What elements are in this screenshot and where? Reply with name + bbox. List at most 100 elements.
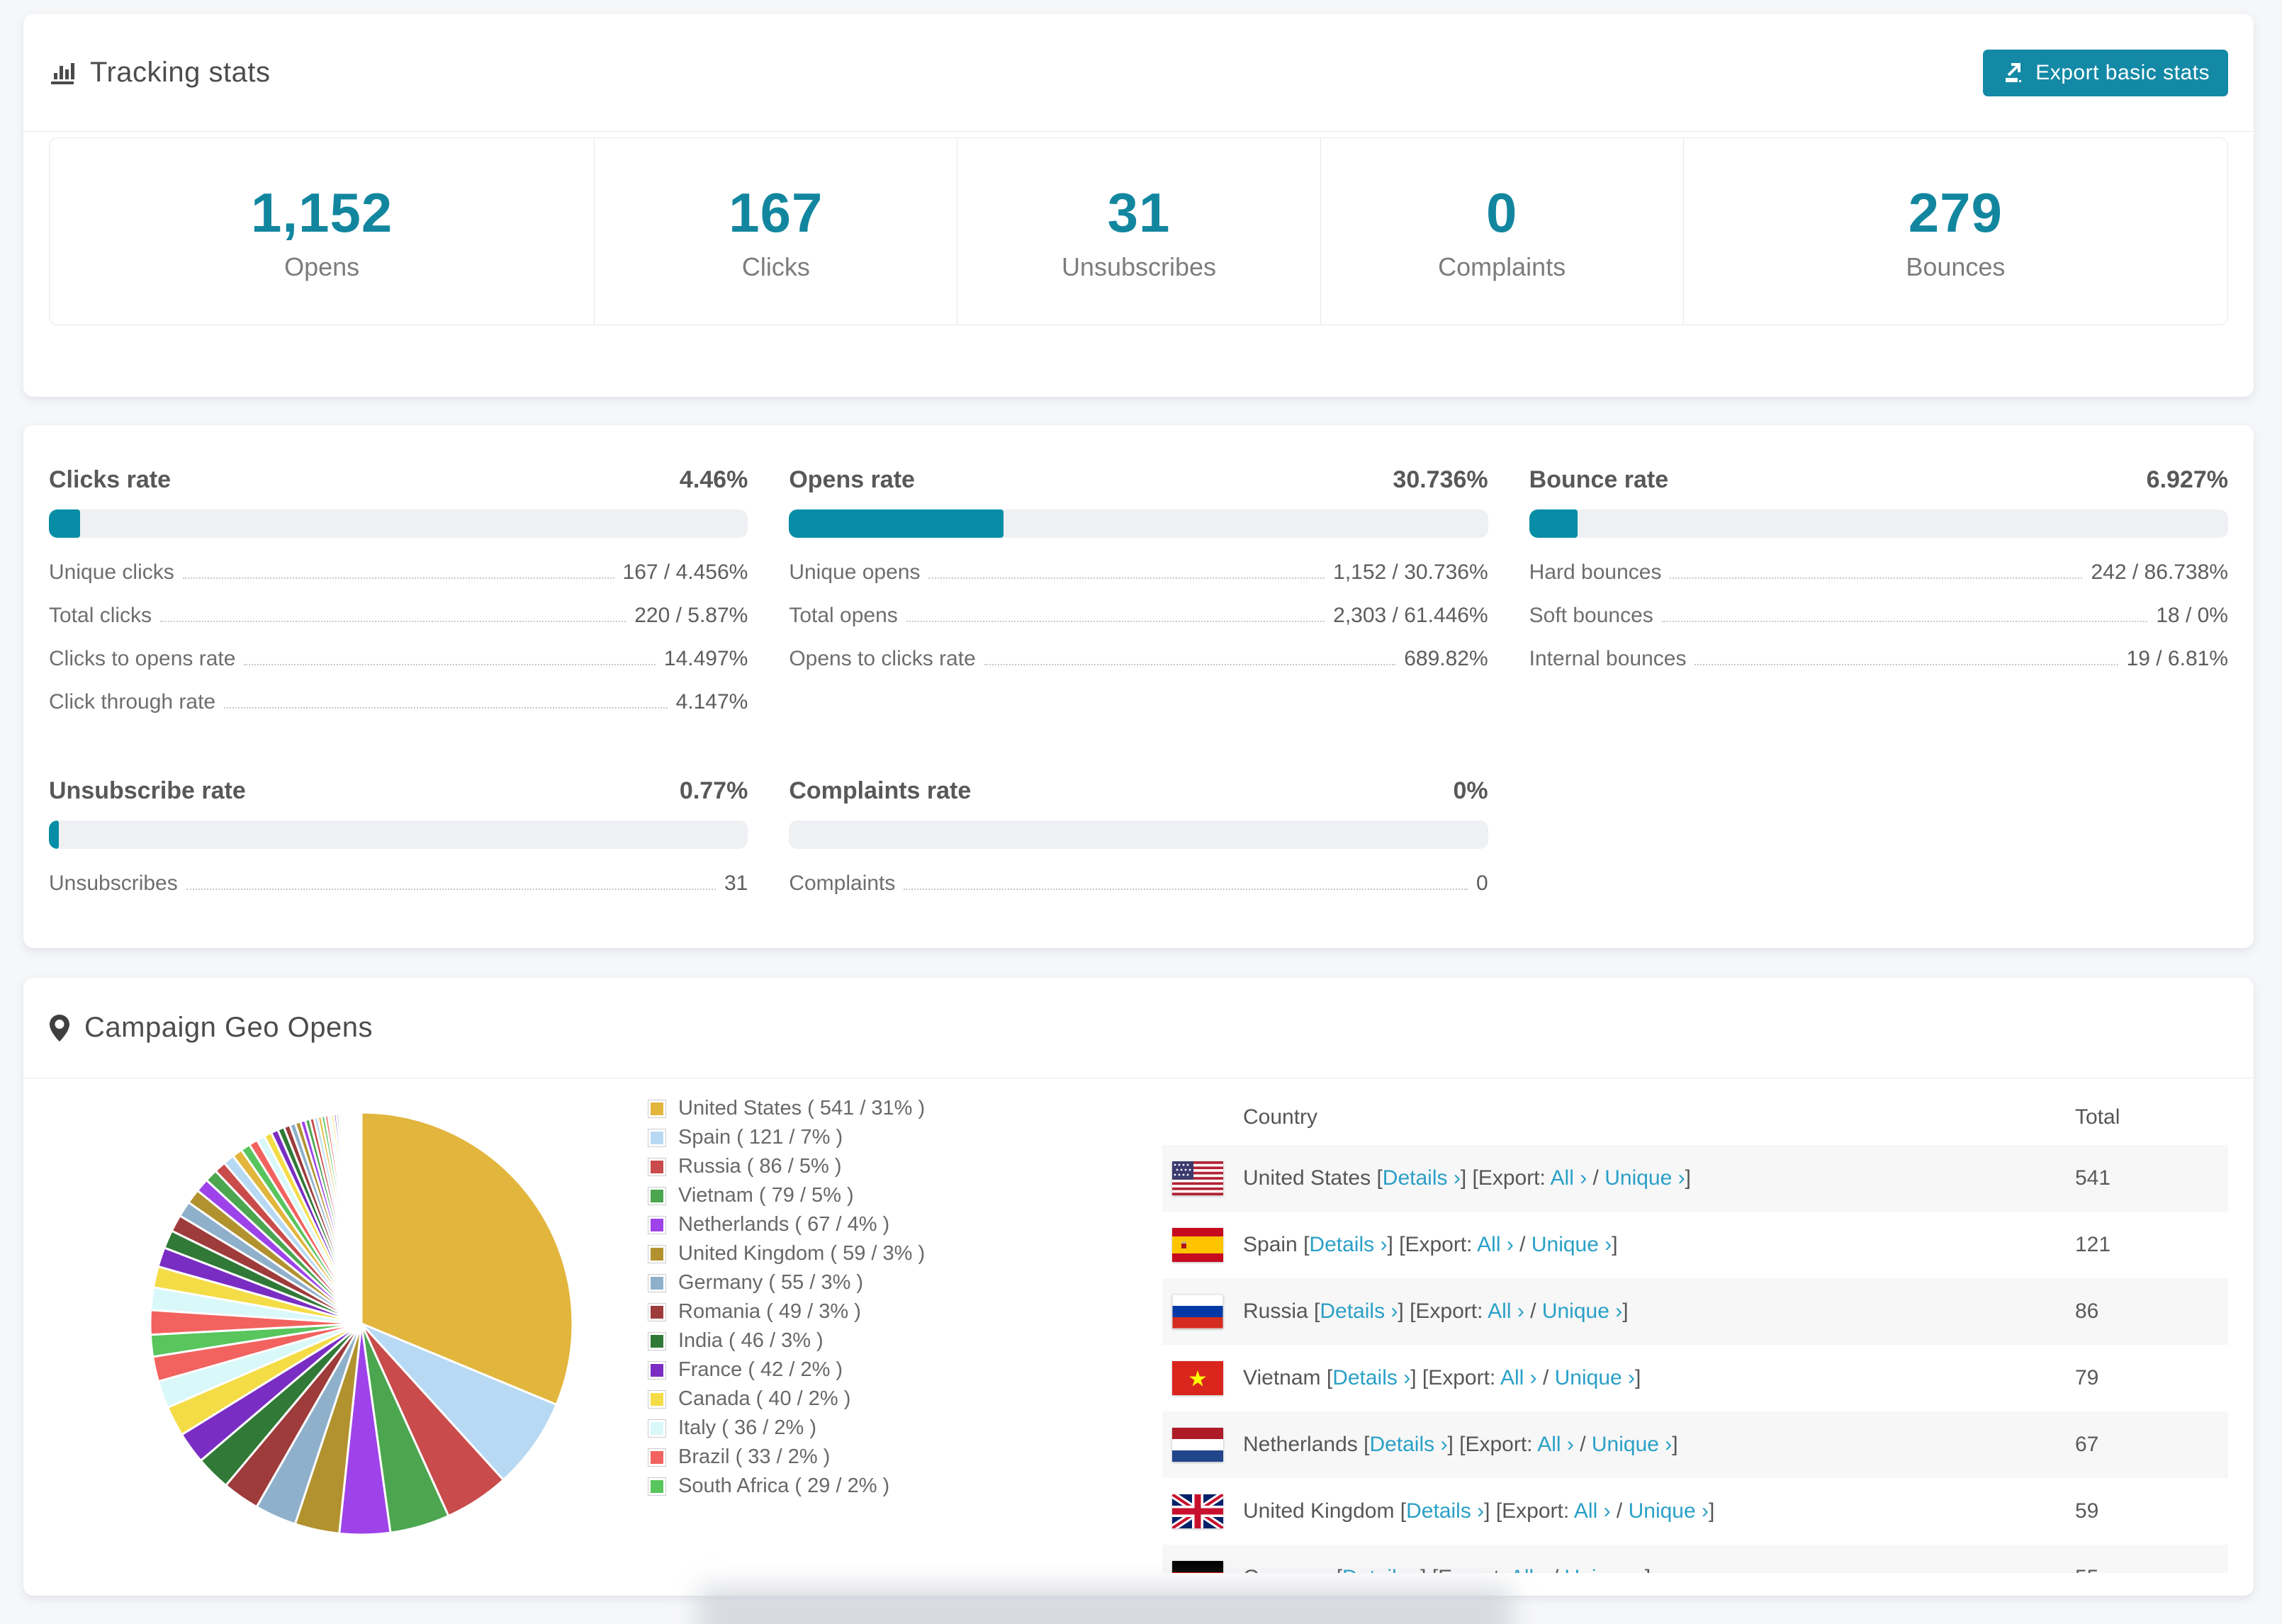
legend-label: Brazil ( 33 / 2% ) <box>678 1445 831 1468</box>
export-unique-link-spain[interactable]: Unique › <box>1531 1233 1612 1256</box>
stat-bounces: 279 Bounces <box>1682 138 2227 325</box>
tracking-stats-card: Tracking stats Export basic stats 1,152 O… <box>23 14 2254 397</box>
total-column-header: Total <box>2075 1105 2120 1129</box>
hard-bounces-row: Hard bounces 242 / 86.738% <box>1529 560 2228 585</box>
legend-item-russia: Russia ( 86 / 5% ) <box>648 1152 925 1181</box>
country-name: Netherlands [ <box>1243 1433 1370 1456</box>
rate-progress-fill <box>49 509 80 538</box>
export-all-link-united-kingdom[interactable]: All › <box>1574 1499 1611 1523</box>
detail-value: 220 / 5.87% <box>634 604 748 627</box>
export-unique-link-united-states[interactable]: Unique › <box>1604 1166 1685 1190</box>
export-prefix: ] [Export: <box>1387 1233 1478 1256</box>
country-name: United States [ <box>1243 1166 1383 1190</box>
legend-swatch <box>648 1448 665 1466</box>
rate-progress-fill <box>789 509 1004 538</box>
geo-title: Campaign Geo Opens <box>49 1012 373 1044</box>
export-unique-link-vietnam[interactable]: Unique › <box>1555 1366 1635 1389</box>
export-unique-link-germany[interactable]: Unique › <box>1565 1566 1645 1573</box>
export-prefix: ] [Export: <box>1410 1366 1500 1389</box>
rate-progress-bar <box>1529 509 2228 538</box>
legend-item-india: India ( 46 / 3% ) <box>648 1326 925 1355</box>
stat-complaints: 0 Complaints <box>1320 138 1683 325</box>
stat-label: Complaints <box>1438 252 1566 281</box>
dotted-leader <box>904 889 1468 890</box>
united-kingdom-flag-icon <box>1172 1494 1223 1528</box>
details-link-vietnam[interactable]: Details › <box>1332 1366 1410 1389</box>
country-column-header: Country <box>1243 1105 1318 1129</box>
detail-label: Unique clicks <box>49 560 174 584</box>
export-prefix: ] [Export: <box>1398 1299 1488 1323</box>
detail-value: 14.497% <box>663 647 748 670</box>
spain-flag-icon <box>1172 1228 1223 1262</box>
detail-value: 31 <box>724 872 748 895</box>
export-basic-stats-button[interactable]: Export basic stats <box>1983 49 2228 96</box>
germany-flag-icon <box>1172 1561 1223 1573</box>
details-link-germany[interactable]: Details › <box>1342 1566 1420 1573</box>
details-link-spain[interactable]: Details › <box>1309 1233 1387 1256</box>
geo-header: Campaign Geo Opens <box>23 978 2254 1078</box>
closing-bracket: ] <box>1612 1233 1618 1256</box>
complaints-rate-section: Complaints rate 0% Complaints 0 <box>789 777 1488 915</box>
dotted-leader <box>1694 664 2118 665</box>
geo-row-total: 55 <box>2075 1566 2228 1573</box>
details-link-russia[interactable]: Details › <box>1320 1299 1398 1323</box>
geo-table-header-row: Country Total <box>1162 1090 2228 1145</box>
stat-value: 167 <box>729 181 824 244</box>
geo-row-vietnam: Vietnam [Details ›] [Export: All › / Uni… <box>1162 1345 2228 1411</box>
stat-clicks: 167 Clicks <box>594 138 957 325</box>
link-separator: / <box>1610 1499 1629 1523</box>
export-all-link-russia[interactable]: All › <box>1488 1299 1524 1323</box>
detail-value: 1,152 / 30.736% <box>1333 560 1488 584</box>
bar-chart-icon <box>51 62 74 84</box>
legend-label: Italy ( 36 / 2% ) <box>678 1416 817 1439</box>
geo-content: United States ( 541 / 31% ) Spain ( 121 /… <box>49 1078 2228 1594</box>
rate-title: Opens rate <box>789 466 915 493</box>
closing-bracket: ] <box>1635 1366 1641 1389</box>
geo-row-united-states: United States [Details ›] [Export: All ›… <box>1162 1145 2228 1212</box>
export-unique-link-netherlands[interactable]: Unique › <box>1592 1433 1672 1456</box>
legend-item-united-states: United States ( 541 / 31% ) <box>648 1094 925 1123</box>
rate-progress-bar <box>49 509 748 538</box>
legend-label: Spain ( 121 / 7% ) <box>678 1126 843 1149</box>
legend-item-south-africa: South Africa ( 29 / 2% ) <box>648 1472 925 1501</box>
legend-label: India ( 46 / 3% ) <box>678 1329 824 1352</box>
total-opens-row: Total opens 2,303 / 61.446% <box>789 604 1488 628</box>
details-link-netherlands[interactable]: Details › <box>1369 1433 1447 1456</box>
closing-bracket: ] <box>1672 1433 1678 1456</box>
legend-item-brazil: Brazil ( 33 / 2% ) <box>648 1443 925 1472</box>
geo-row-spain: Spain [Details ›] [Export: All › / Uniqu… <box>1162 1212 2228 1278</box>
geo-opens-table: Country Total United States [Details ›] … <box>1162 1090 2228 1573</box>
legend-item-romania: Romania ( 49 / 3% ) <box>648 1297 925 1326</box>
export-all-link-netherlands[interactable]: All › <box>1537 1433 1574 1456</box>
detail-label: Total opens <box>789 604 898 627</box>
stat-label: Bounces <box>1906 252 2006 281</box>
rates-card: Clicks rate 4.46% Unique clicks 167 / 4.456… <box>23 425 2254 948</box>
export-all-link-united-states[interactable]: All › <box>1551 1166 1587 1190</box>
detail-label: Opens to clicks rate <box>789 647 976 670</box>
stat-value: 1,152 <box>251 181 393 244</box>
details-link-united-kingdom[interactable]: Details › <box>1406 1499 1484 1523</box>
detail-label: Hard bounces <box>1529 560 1662 584</box>
export-icon <box>2006 62 2022 82</box>
legend-label: South Africa ( 29 / 2% ) <box>678 1474 890 1497</box>
legend-label: Germany ( 55 / 3% ) <box>678 1271 864 1294</box>
geo-row-russia: Russia [Details ›] [Export: All › / Uniq… <box>1162 1278 2228 1345</box>
export-unique-link-united-kingdom[interactable]: Unique › <box>1629 1499 1709 1523</box>
details-link-united-states[interactable]: Details › <box>1383 1166 1461 1190</box>
export-all-link-spain[interactable]: All › <box>1477 1233 1514 1256</box>
rate-title: Unsubscribe rate <box>49 777 246 804</box>
dotted-leader <box>906 621 1325 622</box>
detail-label: Complaints <box>789 872 896 895</box>
geo-row-text: Germany [Details ›] [Export: All › / Uni… <box>1243 1566 2075 1573</box>
legend-item-france: France ( 42 / 2% ) <box>648 1355 925 1385</box>
rate-value: 4.46% <box>679 466 748 493</box>
geo-row-total: 67 <box>2075 1433 2099 1456</box>
export-unique-link-russia[interactable]: Unique › <box>1542 1299 1622 1323</box>
geo-row-text: United Kingdom [Details ›] [Export: All … <box>1243 1499 2075 1523</box>
link-separator: / <box>1524 1299 1542 1323</box>
export-all-link-vietnam[interactable]: All › <box>1500 1366 1537 1389</box>
stat-value: 31 <box>1107 181 1171 244</box>
export-all-link-germany[interactable]: All › <box>1510 1566 1547 1573</box>
stat-label: Unsubscribes <box>1061 252 1217 281</box>
map-pin-icon <box>50 1014 69 1042</box>
